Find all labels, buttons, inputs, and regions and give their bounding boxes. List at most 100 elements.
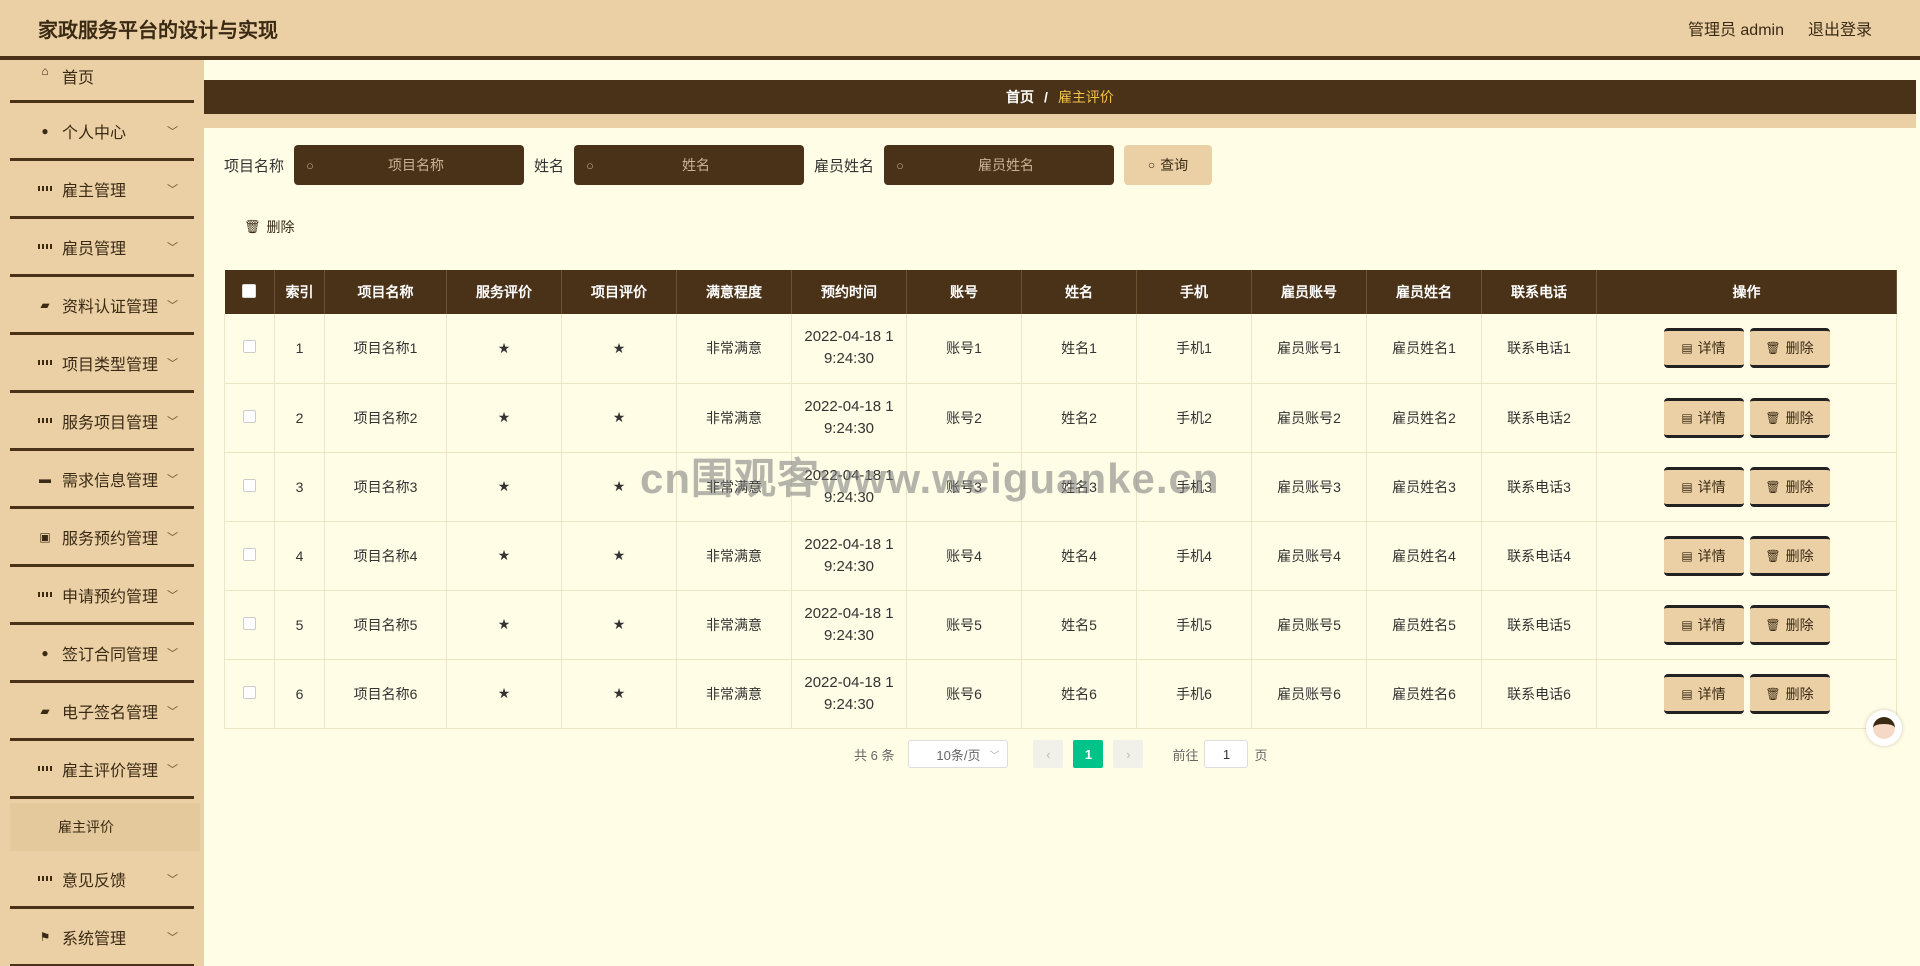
sidebar-item-label: 雇主管理 [62, 182, 127, 200]
detail-button-label: 详情 [1697, 409, 1726, 426]
row-select-cell [224, 521, 275, 590]
sidebar-item-system-management[interactable]: ⚑ 系统管理 ﹀ [10, 909, 194, 966]
sidebar-subitem-employer-review[interactable]: 雇主评价 [10, 803, 200, 851]
delete-button[interactable]: 🗑 删除 [1749, 604, 1830, 645]
column-header: 满意程度 [676, 270, 792, 314]
cell-satisfaction: 非常满意 [676, 521, 792, 590]
delete-button[interactable]: 🗑 删除 [1749, 466, 1830, 507]
document-icon: ▤ [1681, 617, 1693, 632]
sidebar-item-home[interactable]: ⌂ 首页 [10, 60, 194, 103]
detail-button[interactable]: ▤ 详情 [1663, 673, 1744, 714]
cell-actions: ▤ 详情 🗑 删除 [1596, 383, 1897, 452]
sidebar-item-label: 雇员管理 [62, 240, 127, 258]
sidebar: ⌂ 首页 ● 个人中心 ﹀ 雇主管理 ﹀ 雇员管理 ﹀ ▰ 资料认证管理 ﹀ 项… [0, 60, 204, 966]
cell-project-rating: ★ [561, 521, 677, 590]
table-row: 4 项目名称4 ★ ★ 非常满意 2022-04-18 1 9:24:30 账号4 姓名4 手机4… [224, 521, 1897, 590]
sidebar-item-employee-management[interactable]: 雇员管理 ﹀ [10, 219, 194, 277]
detail-button-label: 详情 [1697, 340, 1726, 357]
search-form: 项目名称 ○ 姓名 ○ 雇员姓名 ○ ○ 查询 [224, 145, 1213, 185]
sidebar-item-service-booking-management[interactable]: ▣ 服务预约管理 ﹀ [10, 509, 194, 567]
chevron-down-icon: ﹀ [167, 299, 178, 312]
delete-button-label: 删除 [1785, 409, 1814, 426]
sidebar-item-project-type-management[interactable]: 项目类型管理 ﹀ [10, 335, 194, 393]
select-all-checkbox[interactable] [242, 283, 257, 298]
column-header: 项目评价 [561, 270, 677, 314]
delete-button[interactable]: 🗑 删除 [1749, 328, 1830, 369]
cell-booking-time: 2022-04-18 1 9:24:30 [791, 383, 907, 452]
sidebar-item-e-signature-management[interactable]: ▰ 电子签名管理 ﹀ [10, 683, 194, 741]
clipboard-icon: ▣ [39, 529, 51, 544]
sidebar-item-feedback[interactable]: 意见反馈 ﹀ [10, 851, 194, 909]
name-input[interactable] [598, 145, 795, 185]
cell-name: 姓名2 [1021, 383, 1137, 452]
breadcrumb-separator: / [1044, 89, 1048, 105]
trash-icon: 🗑 [1765, 341, 1781, 356]
admin-user-label[interactable]: 管理员 admin [1688, 16, 1784, 40]
sidebar-item-label: 服务项目管理 [62, 414, 159, 432]
column-header: 索引 [274, 270, 325, 314]
grid-icon [38, 414, 52, 428]
query-button[interactable]: ○ 查询 [1124, 145, 1213, 185]
query-button-label: 查询 [1160, 157, 1189, 173]
top-header: 家政服务平台的设计与实现 管理员 admin 退出登录 [0, 0, 1920, 60]
detail-button[interactable]: ▤ 详情 [1663, 604, 1744, 645]
project-name-input[interactable] [318, 145, 515, 185]
sidebar-item-contract-management[interactable]: ● 签订合同管理 ﹀ [10, 625, 194, 683]
row-select-cell [224, 314, 275, 383]
row-checkbox[interactable] [243, 409, 256, 423]
app-title: 家政服务平台的设计与实现 [38, 19, 278, 42]
row-checkbox[interactable] [243, 547, 256, 561]
sidebar-item-application-booking-management[interactable]: 申请预约管理 ﹀ [10, 567, 194, 625]
document-icon: ▤ [1681, 479, 1693, 494]
booking-time-line1: 2022-04-18 1 [804, 397, 894, 415]
row-checkbox[interactable] [243, 478, 256, 492]
sidebar-item-label: 签订合同管理 [62, 646, 159, 664]
sidebar-item-employer-review-management[interactable]: 雇主评价管理 ﹀ [10, 741, 194, 799]
detail-button[interactable]: ▤ 详情 [1663, 328, 1744, 369]
row-checkbox[interactable] [243, 685, 256, 699]
table-row: 5 项目名称5 ★ ★ 非常满意 2022-04-18 1 9:24:30 账号5 姓名5 手机5… [224, 590, 1897, 659]
sidebar-item-certification-management[interactable]: ▰ 资料认证管理 ﹀ [10, 277, 194, 335]
employee-name-search-box: ○ [884, 145, 1115, 185]
delete-button[interactable]: 🗑 删除 [1749, 535, 1830, 576]
sidebar-item-service-project-management[interactable]: 服务项目管理 ﹀ [10, 393, 194, 451]
employee-name-input[interactable] [908, 145, 1105, 185]
row-checkbox[interactable] [243, 340, 256, 354]
delete-button[interactable]: 🗑 删除 [1749, 673, 1830, 714]
booking-time-line2: 9:24:30 [823, 419, 875, 437]
assistant-avatar[interactable] [1866, 710, 1902, 746]
detail-button[interactable]: ▤ 详情 [1663, 466, 1744, 507]
sidebar-item-employer-management[interactable]: 雇主管理 ﹀ [10, 161, 194, 219]
detail-button[interactable]: ▤ 详情 [1663, 397, 1744, 438]
chevron-down-icon: ﹀ [167, 931, 178, 944]
logout-link[interactable]: 退出登录 [1808, 16, 1872, 40]
cell-name: 姓名4 [1021, 521, 1137, 590]
delete-button-label: 删除 [1785, 340, 1814, 357]
sidebar-item-label: 雇主评价管理 [62, 762, 159, 780]
page-number-active[interactable]: 1 [1073, 740, 1104, 768]
cell-index: 6 [274, 659, 325, 728]
main-content: 首页 / 雇主评价 项目名称 ○ 姓名 ○ 雇员姓名 ○ ○ 查询 🗑 删除 [204, 60, 1920, 966]
row-checkbox[interactable] [243, 616, 256, 630]
cell-phone: 手机2 [1136, 383, 1252, 452]
cell-index: 3 [274, 452, 325, 521]
page-size-select[interactable]: 10条/页 ﹀ [908, 740, 1009, 768]
booking-time-line2: 9:24:30 [823, 350, 875, 368]
breadcrumb-current: 雇主评价 [1057, 89, 1114, 105]
detail-button-label: 详情 [1697, 685, 1726, 702]
prev-page-button[interactable]: ‹ [1033, 740, 1064, 768]
goto-page-input[interactable]: 1 [1204, 740, 1249, 768]
user-icon: ● [41, 645, 49, 660]
cell-project-name: 项目名称4 [324, 521, 447, 590]
delete-button[interactable]: 🗑 删除 [1749, 397, 1830, 438]
sidebar-item-demand-info-management[interactable]: ▬ 需求信息管理 ﹀ [10, 451, 194, 509]
batch-delete-button[interactable]: 🗑 删除 [244, 217, 295, 237]
breadcrumb-home[interactable]: 首页 [1006, 87, 1034, 107]
chevron-down-icon: ﹀ [167, 589, 178, 602]
detail-button[interactable]: ▤ 详情 [1663, 535, 1744, 576]
sidebar-item-personal-center[interactable]: ● 个人中心 ﹀ [10, 103, 194, 161]
sidebar-item-label: 个人中心 [62, 124, 127, 142]
cell-satisfaction: 非常满意 [676, 383, 792, 452]
cell-index: 4 [274, 521, 325, 590]
next-page-button[interactable]: › [1113, 740, 1144, 768]
